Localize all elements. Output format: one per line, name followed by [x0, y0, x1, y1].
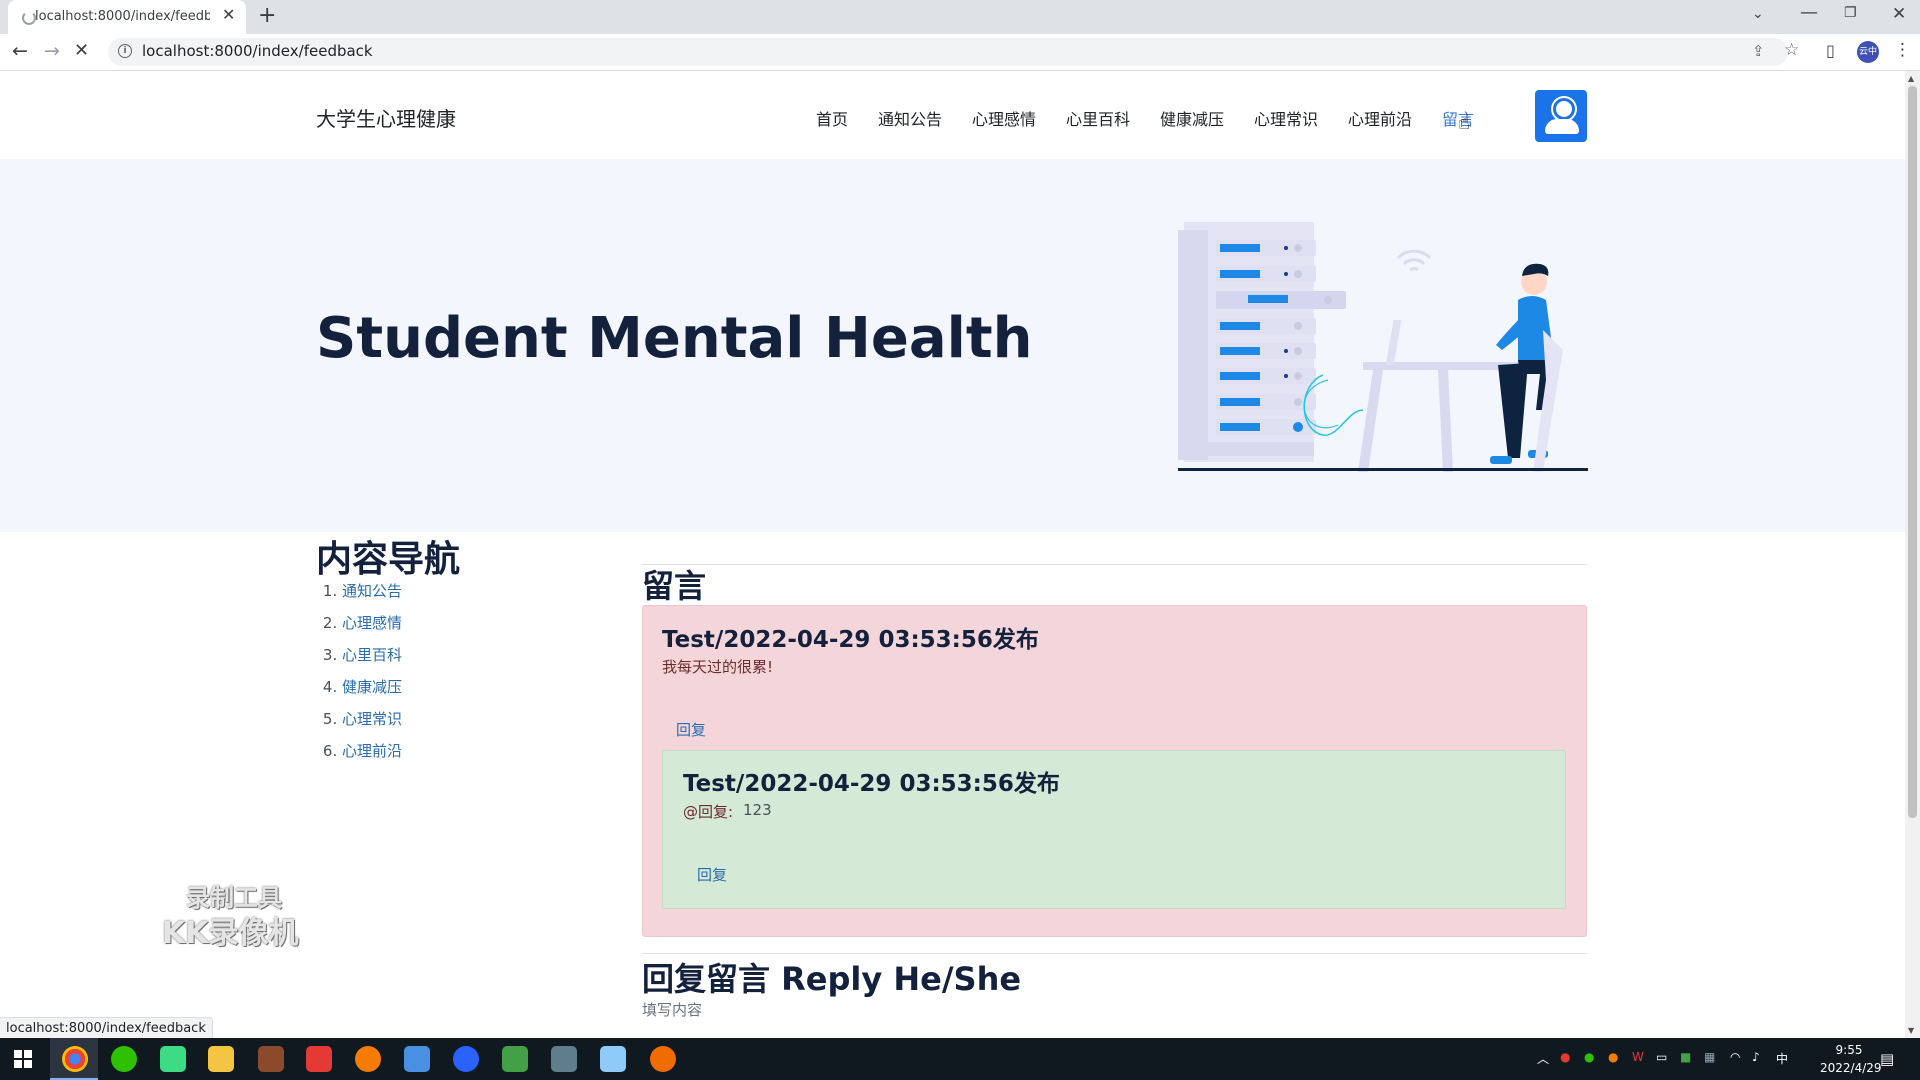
site-brand[interactable]: 大学生心理健康: [316, 103, 456, 132]
windows-start-icon[interactable]: [14, 1050, 32, 1068]
notepad-icon[interactable]: [502, 1046, 528, 1072]
scrollbar-thumb[interactable]: [1908, 86, 1917, 818]
nav-encyclopedia[interactable]: 心里百科: [1066, 106, 1130, 130]
back-icon[interactable]: ←: [12, 40, 28, 62]
message-heading: Test/2022-04-29 03:53:56发布: [662, 627, 1039, 653]
sidebar-item-emotion[interactable]: 心理感情: [342, 612, 402, 644]
kk-recorder-icon[interactable]: [650, 1046, 676, 1072]
tray-search-icon[interactable]: ●: [1608, 1050, 1618, 1064]
divider: [642, 564, 1587, 565]
tray-wechat-icon[interactable]: ●: [1584, 1050, 1594, 1064]
nav-emotion[interactable]: 心理感情: [972, 106, 1036, 130]
reply-heading: Test/2022-04-29 03:53:56发布: [683, 771, 1060, 797]
hand-cursor-icon: ☝: [1458, 110, 1471, 134]
sidebar-item-label[interactable]: 心理感情: [342, 614, 402, 632]
user-icon: [1553, 98, 1575, 120]
tray-device-icon[interactable]: ▭: [1656, 1050, 1667, 1064]
site-info-icon[interactable]: i: [118, 44, 132, 58]
hero-title: Student Mental Health: [316, 306, 1033, 371]
browser-menu-icon[interactable]: ⋮: [1894, 40, 1911, 60]
sidebar-item-label[interactable]: 心理常识: [342, 710, 402, 728]
tool-icon[interactable]: [551, 1046, 577, 1072]
watermark-line2: KK录像机: [162, 916, 299, 951]
reply-body: 123: [743, 801, 772, 819]
tab-strip: [0, 0, 1920, 34]
reply-prefix: @回复:: [683, 803, 734, 821]
volume-icon[interactable]: ♪: [1752, 1050, 1760, 1064]
forward-icon[interactable]: →: [44, 40, 60, 62]
profile-avatar[interactable]: 云中: [1857, 41, 1879, 63]
sidebar-item-label[interactable]: 健康减压: [342, 678, 402, 696]
window-icon[interactable]: [600, 1046, 626, 1072]
stop-loading-icon[interactable]: ✕: [74, 40, 89, 61]
message-body: 我每天过的很累!: [662, 658, 774, 676]
tray-antivirus-icon[interactable]: ●: [1560, 1050, 1570, 1064]
wechat-icon[interactable]: [111, 1046, 137, 1072]
network-icon[interactable]: ◠: [1730, 1050, 1740, 1064]
tab-close-icon[interactable]: ✕: [222, 5, 235, 24]
sidebar-item-label[interactable]: 通知公告: [342, 582, 402, 600]
new-tab-button[interactable]: +: [258, 3, 276, 28]
sidebar-nav-list: 通知公告 心理感情 心里百科 健康减压 心理常识 心理前沿: [316, 580, 402, 772]
tray-wps-icon[interactable]: W: [1632, 1050, 1644, 1064]
restore-button[interactable]: ❐: [1844, 5, 1857, 21]
reply-form-title: 回复留言 Reply He/She: [642, 960, 1022, 998]
nested-reply-link[interactable]: 回复: [697, 864, 727, 885]
scroll-up-arrow-icon[interactable]: ▲: [1908, 74, 1914, 83]
sidebar-item-notices[interactable]: 通知公告: [342, 580, 402, 612]
tray-app-icon[interactable]: ■: [1680, 1050, 1691, 1064]
sidebar-item-label[interactable]: 心里百科: [342, 646, 402, 664]
tab-search-icon[interactable]: ⌄: [1752, 6, 1764, 22]
sidebar-item-common-sense[interactable]: 心理常识: [342, 708, 402, 740]
minimize-button[interactable]: —: [1800, 2, 1818, 23]
android-studio-icon[interactable]: [160, 1046, 186, 1072]
sidebar-item-label[interactable]: 心理前沿: [342, 742, 402, 760]
site-header: [0, 71, 1905, 159]
chrome-icon[interactable]: [62, 1046, 88, 1072]
ime-indicator[interactable]: 中: [1776, 1050, 1788, 1067]
nav-notices[interactable]: 通知公告: [878, 106, 942, 130]
sidebar-item-frontier[interactable]: 心理前沿: [342, 740, 402, 772]
clock-date[interactable]: 2022/4/29: [1820, 1061, 1882, 1075]
loading-icon: [22, 11, 36, 25]
app-icon[interactable]: [453, 1046, 479, 1072]
sidebar-title: 内容导航: [316, 539, 461, 580]
search-tool-icon[interactable]: [355, 1046, 381, 1072]
link-status-bubble: localhost:8000/index/feedback: [0, 1017, 213, 1040]
sidebar-item-stress-relief[interactable]: 健康减压: [342, 676, 402, 708]
page-title: 留言: [642, 567, 707, 605]
scroll-down-arrow-icon[interactable]: ▼: [1908, 1026, 1914, 1035]
nav-frontier[interactable]: 心理前沿: [1348, 106, 1412, 130]
server-desk-illustration: [1178, 222, 1588, 472]
bookmark-star-icon[interactable]: ☆: [1784, 40, 1799, 60]
sidebar-item-encyclopedia[interactable]: 心里百科: [342, 644, 402, 676]
wps-icon[interactable]: [306, 1046, 332, 1072]
nav-stress-relief[interactable]: 健康减压: [1160, 106, 1224, 130]
game-icon[interactable]: [258, 1046, 284, 1072]
window-close-button[interactable]: ✕: [1892, 4, 1906, 24]
baidu-netdisk-icon[interactable]: [404, 1046, 430, 1072]
user-icon-body: [1545, 119, 1579, 134]
notification-icon[interactable]: ▤: [1880, 1050, 1894, 1068]
nav-home[interactable]: 首页: [816, 106, 848, 130]
tray-keyboard-icon[interactable]: ▦: [1704, 1050, 1715, 1064]
tab-title: localhost:8000/index/feedback: [35, 9, 210, 24]
reply-content-label: 填写内容: [642, 1001, 703, 1019]
side-panel-icon[interactable]: ▯: [1826, 41, 1835, 60]
url-text[interactable]: localhost:8000/index/feedback: [142, 42, 373, 60]
share-icon[interactable]: ⇪: [1752, 42, 1765, 60]
tray-chevron-icon[interactable]: ︿: [1537, 1050, 1549, 1067]
file-explorer-icon[interactable]: [208, 1046, 234, 1072]
nav-common-sense[interactable]: 心理常识: [1254, 106, 1318, 130]
clock-time[interactable]: 9:55: [1820, 1043, 1878, 1057]
reply-link[interactable]: 回复: [676, 719, 706, 740]
